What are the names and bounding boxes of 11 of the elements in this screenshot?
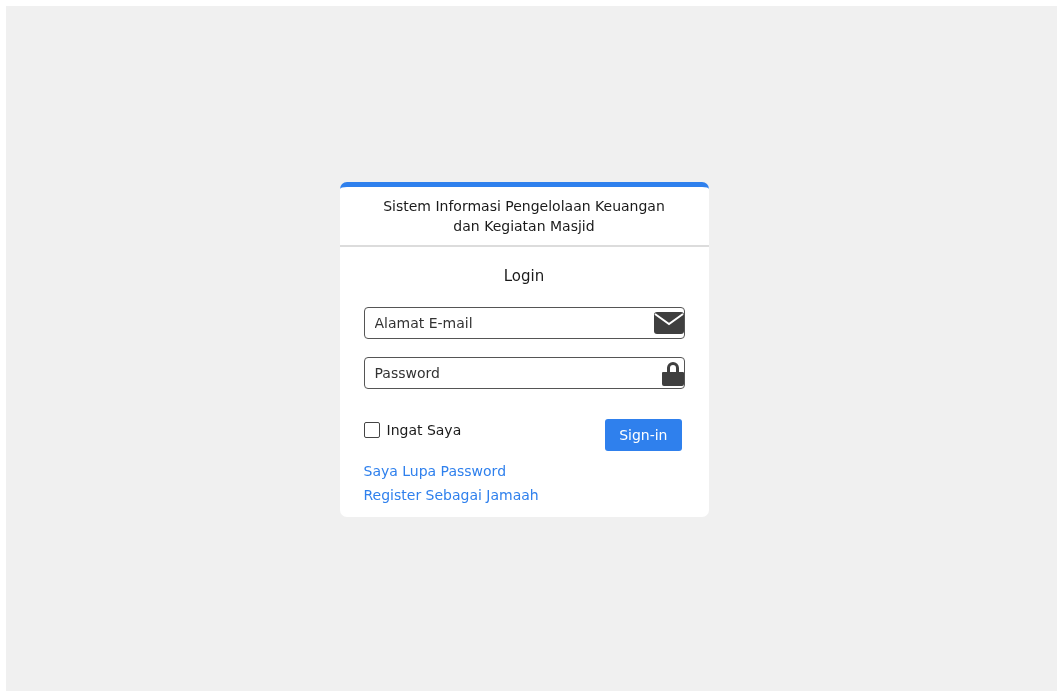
- login-heading: Login: [503, 267, 545, 285]
- remember-checkbox[interactable]: [363, 422, 380, 438]
- text-link[interactable]: Register Sebagai Jamaah: [363, 487, 539, 503]
- password-field[interactable]: Password: [363, 357, 685, 389]
- sign-in-button[interactable]: Sign-in: [605, 419, 682, 451]
- lock-icon: [661, 360, 684, 386]
- app-title: Sistem Informasi Pengelolaan Keuangan dan Kegiatan Masjid: [382, 197, 666, 236]
- remember-label: Ingat Saya: [386, 422, 462, 438]
- text-link[interactable]: Saya Lupa Password: [363, 463, 506, 479]
- email-field[interactable]: Alamat E-mail: [363, 307, 685, 339]
- envelope-icon: [653, 312, 684, 334]
